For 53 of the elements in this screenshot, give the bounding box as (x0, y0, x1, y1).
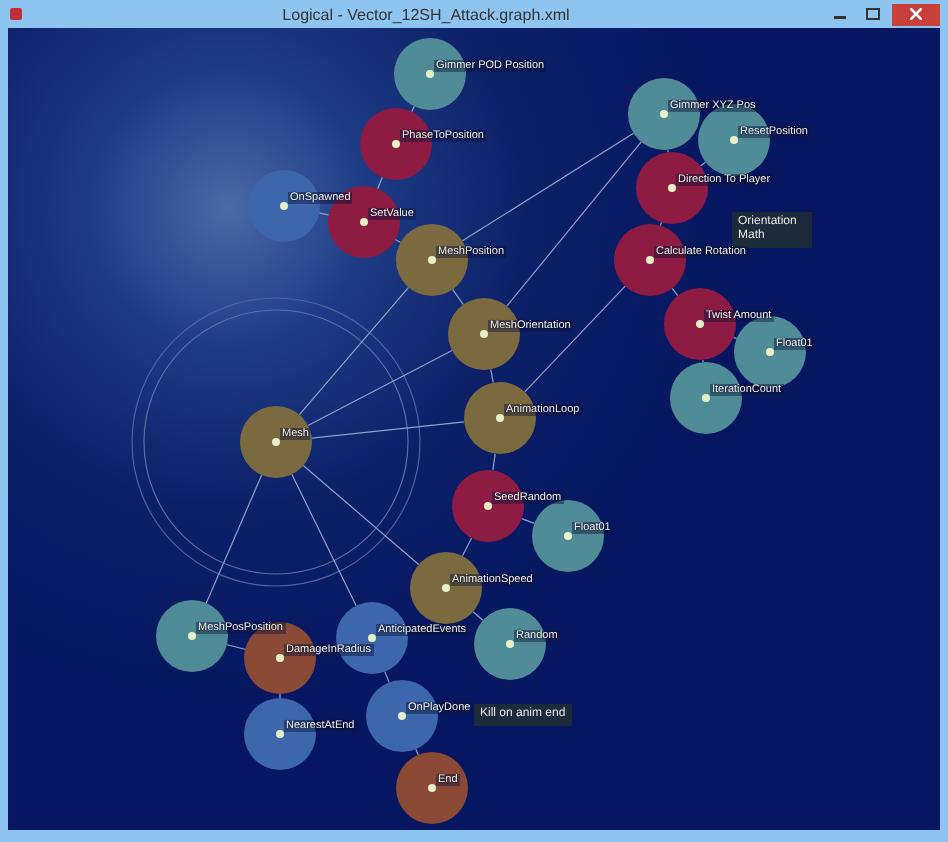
port-icon (276, 730, 284, 738)
port-icon (766, 348, 774, 356)
maximize-button[interactable] (860, 3, 884, 25)
connector-line (492, 453, 496, 471)
connector-line (732, 336, 738, 340)
port-icon (360, 218, 368, 226)
connector-line (205, 474, 263, 604)
port-icon (280, 202, 288, 210)
port-icon (428, 256, 436, 264)
connector-line (452, 288, 464, 306)
port-icon (564, 532, 572, 540)
close-button[interactable] (892, 3, 940, 25)
connector-line (521, 518, 535, 524)
connector-line (667, 149, 669, 153)
port-icon (398, 712, 406, 720)
port-icon (506, 640, 514, 648)
close-icon (910, 8, 922, 20)
port-icon (496, 414, 504, 422)
port-icon (696, 320, 704, 328)
connector-line (699, 161, 707, 167)
port-icon (480, 330, 488, 338)
port-icon (730, 136, 738, 144)
maximize-icon (865, 8, 879, 20)
connector-line (384, 671, 390, 683)
connector-line (279, 693, 281, 699)
graph-node[interactable] (240, 406, 312, 478)
connector-line (671, 287, 679, 297)
port-icon (392, 140, 400, 148)
connector-line (490, 368, 494, 384)
port-icon (668, 184, 676, 192)
window-title: Logical - Vector_12SH_Attack.graph.xml (280, 5, 572, 23)
connector-line (415, 748, 419, 756)
port-icon (484, 502, 492, 510)
connector-line (461, 537, 473, 557)
port-icon (272, 438, 280, 446)
port-icon (276, 654, 284, 662)
connector-line (226, 644, 246, 650)
graph-node[interactable] (396, 752, 468, 824)
port-icon (426, 70, 434, 78)
connector-line (394, 238, 402, 244)
port-icon (660, 110, 668, 118)
port-icon (442, 584, 450, 592)
port-icon (188, 632, 196, 640)
port-icon (368, 634, 376, 642)
connector-line (377, 176, 383, 190)
connector-line (472, 611, 484, 621)
port-icon (428, 784, 436, 792)
port-icon (702, 394, 710, 402)
graph-node[interactable] (664, 288, 736, 360)
connector-line (659, 221, 663, 227)
port-icon (646, 256, 654, 264)
app-icon (8, 6, 24, 22)
connector-line (411, 105, 415, 113)
